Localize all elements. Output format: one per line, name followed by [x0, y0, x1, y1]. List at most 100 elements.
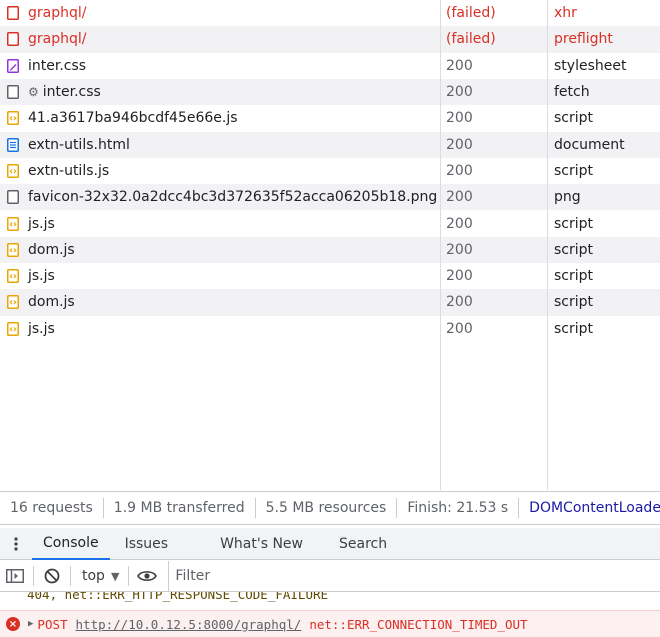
error-icon: × — [6, 617, 20, 631]
request-type-cell: script — [554, 241, 594, 258]
dropdown-caret-icon: ▼ — [110, 569, 120, 583]
request-name-cell[interactable]: extn-utils.js — [0, 158, 440, 184]
script-file-icon — [7, 295, 19, 310]
drawer-tab-bar: Console Issues What's New Search — [0, 528, 660, 560]
table-row[interactable]: dom.js 200 script — [0, 236, 660, 263]
table-row[interactable]: js.js 200 script — [0, 316, 660, 342]
request-name: js.js — [28, 215, 55, 232]
console-filter — [168, 560, 660, 592]
request-name: dom.js — [28, 294, 75, 311]
kebab-menu-icon — [14, 536, 18, 551]
request-name-cell[interactable]: js.js — [0, 210, 440, 236]
request-status-cell: 200 — [446, 268, 473, 285]
service-worker-gear-icon: ⚙ — [28, 85, 39, 100]
script-file-icon — [7, 242, 19, 257]
transferred-size: 1.9 MB transferred — [104, 498, 256, 518]
request-name-cell[interactable]: dom.js — [0, 289, 440, 315]
table-row[interactable]: ⚙ inter.css 200 fetch — [0, 78, 660, 106]
tab-search[interactable]: Search — [328, 528, 398, 560]
request-status-cell: (failed) — [446, 5, 496, 22]
console-message: 404, net::ERR_HTTP_RESPONSE_CODE_FAILURE — [0, 592, 660, 604]
fetch-file-icon — [7, 85, 19, 100]
context-label: top — [82, 568, 105, 584]
request-type-cell: document — [554, 136, 625, 153]
request-name: graphql/ — [28, 31, 87, 48]
image-file-icon — [7, 190, 19, 205]
network-summary-bar: 16 requests 1.9 MB transferred 5.5 MB re… — [0, 491, 660, 525]
request-name-cell[interactable]: graphql/ — [0, 0, 440, 26]
request-name: extn-utils.html — [28, 136, 130, 153]
request-type-cell: png — [554, 189, 581, 206]
table-row[interactable]: favicon-32x32.0a2dcc4bc3d372635f52acca06… — [0, 184, 660, 211]
tab-whats-new[interactable]: What's New — [209, 528, 314, 560]
request-url-link[interactable]: http://10.0.12.5:8000/graphql/ — [76, 617, 302, 632]
request-status-cell: 200 — [446, 189, 473, 206]
table-row[interactable]: extn-utils.js 200 script — [0, 158, 660, 184]
request-name: js.js — [28, 320, 55, 337]
request-type-cell: xhr — [554, 5, 577, 22]
request-name: graphql/ — [28, 5, 87, 22]
script-file-icon — [7, 216, 19, 231]
dom-content-loaded-time: DOMContentLoaded: 5 — [529, 500, 660, 516]
table-row[interactable]: inter.css 200 stylesheet — [0, 53, 660, 79]
stylesheet-file-icon — [7, 58, 19, 73]
request-name-cell[interactable]: 41.a3617ba946bcdf45e66e.js — [0, 105, 440, 131]
request-status-cell: (failed) — [446, 31, 496, 48]
more-tools-menu-button[interactable] — [0, 528, 32, 560]
request-name-cell[interactable]: favicon-32x32.0a2dcc4bc3d372635f52acca06… — [0, 184, 440, 210]
table-row[interactable]: graphql/ (failed) xhr — [0, 0, 660, 26]
request-name-cell[interactable]: dom.js — [0, 237, 440, 263]
request-name: 41.a3617ba946bcdf45e66e.js — [28, 110, 238, 127]
request-name-cell[interactable]: inter.css — [0, 53, 440, 79]
request-status-cell: 200 — [446, 110, 473, 127]
column-divider[interactable] — [547, 0, 548, 490]
table-row[interactable]: js.js 200 script — [0, 263, 660, 289]
request-name-cell[interactable]: graphql/ — [0, 26, 440, 52]
request-name: inter.css — [42, 84, 101, 101]
javascript-context-selector[interactable]: top ▼ — [74, 568, 125, 584]
request-name: js.js — [28, 268, 55, 285]
toolbar-divider — [70, 566, 71, 586]
clear-console-button[interactable] — [37, 561, 67, 591]
table-row[interactable]: js.js 200 script — [0, 210, 660, 236]
request-name-cell[interactable]: extn-utils.html — [0, 132, 440, 158]
request-type-cell: script — [554, 215, 594, 232]
request-name: inter.css — [28, 57, 87, 74]
request-name: dom.js — [28, 241, 75, 258]
request-status-cell: 200 — [446, 162, 473, 179]
request-name: favicon-32x32.0a2dcc4bc3d372635f52acca06… — [28, 189, 438, 206]
toggle-sidebar-button[interactable] — [0, 561, 30, 591]
request-status-cell: 200 — [446, 136, 473, 153]
request-status-cell: 200 — [446, 57, 473, 74]
request-name: extn-utils.js — [28, 162, 110, 179]
table-row[interactable]: extn-utils.html 200 document — [0, 131, 660, 158]
expand-triangle-icon[interactable]: ▶ — [28, 619, 33, 629]
failed-request-icon — [7, 32, 19, 47]
request-status-cell: 200 — [446, 320, 473, 337]
request-name-cell[interactable]: ⚙ inter.css — [0, 79, 440, 105]
network-request-table: js.js 200 script dom.js 200 script js.js 200 scr… — [0, 0, 660, 490]
filter-input[interactable] — [175, 568, 660, 584]
table-row[interactable]: dom.js 200 script — [0, 289, 660, 316]
finish-time: Finish: 21.53 s — [397, 498, 520, 518]
tab-console[interactable]: Console — [32, 528, 110, 560]
request-type-cell: script — [554, 320, 594, 337]
tab-issues[interactable]: Issues — [114, 528, 180, 560]
request-count: 16 requests — [0, 498, 104, 518]
request-method: POST — [37, 616, 68, 632]
live-expression-button[interactable] — [132, 561, 162, 591]
document-file-icon — [7, 137, 19, 152]
table-row[interactable]: 41.a3617ba946bcdf45e66e.js 200 script — [0, 105, 660, 131]
console-error-message[interactable]: × ▶ POST http://10.0.12.5:8000/graphql/ … — [0, 610, 660, 637]
request-type-cell: script — [554, 162, 594, 179]
request-name-cell[interactable]: js.js — [0, 263, 440, 289]
request-type-cell: stylesheet — [554, 57, 627, 74]
column-divider[interactable] — [440, 0, 441, 490]
toolbar-divider — [128, 566, 130, 586]
request-name-cell[interactable]: js.js — [0, 316, 440, 342]
eye-icon — [137, 571, 158, 581]
request-type-cell: script — [554, 110, 594, 127]
request-status-cell: 200 — [446, 215, 473, 232]
table-row[interactable]: graphql/ (failed) preflight — [0, 26, 660, 53]
request-type-cell: preflight — [554, 31, 613, 48]
